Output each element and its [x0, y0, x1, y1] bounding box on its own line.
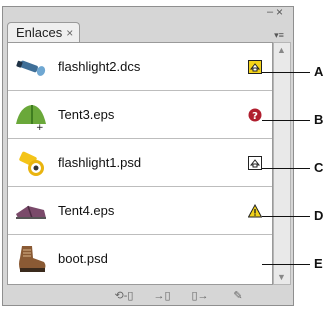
modified-icon[interactable]: [248, 60, 262, 74]
flashlight-yellow-icon: [19, 151, 44, 176]
tab-close-icon[interactable]: ×: [66, 23, 73, 43]
close-panel-button[interactable]: ×: [276, 5, 283, 19]
svg-text:?: ?: [252, 111, 258, 122]
callout-label-a: A: [314, 64, 324, 79]
link-name: Tent3.eps: [58, 107, 115, 122]
modified-outline-icon[interactable]: [248, 156, 262, 170]
scroll-down-icon[interactable]: ▼: [277, 272, 286, 282]
list-item[interactable]: boot.psd: [8, 235, 272, 283]
tent-purple-icon: [16, 205, 46, 219]
links-panel: – × Enlaces × ▾≡ flashlight2.dcs + Tent3…: [2, 5, 294, 306]
callout-label-c: C: [314, 160, 324, 175]
link-name: Tent4.eps: [58, 203, 115, 218]
tent-green-icon: +: [16, 105, 46, 130]
update-link-button[interactable]: ▯→: [187, 289, 213, 302]
tab-enlaces[interactable]: Enlaces ×: [7, 22, 81, 43]
tab-label: Enlaces: [16, 25, 63, 40]
callout-line: [262, 120, 310, 121]
go-to-link-button[interactable]: →▯: [149, 289, 175, 302]
window-controls: – ×: [267, 5, 287, 22]
boot-icon: [19, 246, 46, 272]
callout-line: [262, 168, 310, 169]
relink-button[interactable]: ⟲‑▯: [111, 289, 137, 302]
list-item[interactable]: flashlight2.dcs: [8, 43, 272, 91]
warning-icon[interactable]: [248, 204, 262, 218]
callout-line: [262, 264, 310, 265]
callout-line: [262, 72, 310, 73]
edit-original-button[interactable]: ✎: [225, 289, 251, 302]
svg-text:+: +: [36, 123, 44, 130]
callout-label-d: D: [314, 208, 324, 223]
flashlight-blue-icon: [16, 60, 46, 76]
callout-label-b: B: [314, 112, 324, 127]
list-item[interactable]: flashlight1.psd: [8, 139, 272, 187]
minimize-button[interactable]: –: [267, 6, 273, 18]
callout-line: [262, 216, 310, 217]
link-name: flashlight1.psd: [58, 155, 142, 170]
link-name: boot.psd: [58, 251, 108, 266]
scroll-up-icon[interactable]: ▲: [277, 45, 286, 55]
links-toolbar: ⟲‑▯ →▯ ▯→ ✎: [7, 286, 291, 304]
links-list: flashlight2.dcs + Tent3.eps ? flashlight…: [7, 42, 273, 285]
callout-label-e: E: [314, 256, 323, 271]
list-item[interactable]: + Tent3.eps ?: [8, 91, 272, 139]
link-name: flashlight2.dcs: [58, 59, 141, 74]
list-item[interactable]: Tent4.eps: [8, 187, 272, 235]
missing-icon[interactable]: ?: [248, 108, 262, 122]
panel-menu-button[interactable]: ▾≡: [269, 29, 289, 42]
vertical-scrollbar[interactable]: ▲ ▼: [273, 42, 291, 285]
